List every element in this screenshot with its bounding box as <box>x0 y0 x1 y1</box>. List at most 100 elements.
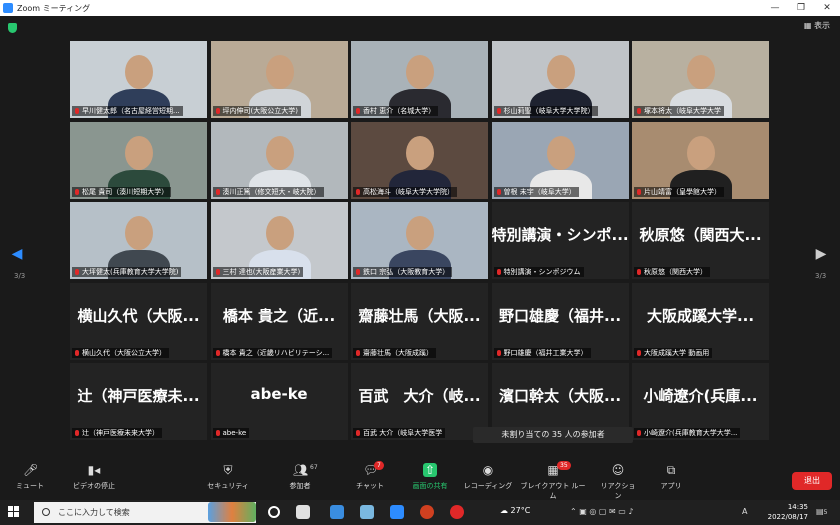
grid-view-icon: ▦ <box>803 21 814 30</box>
participant-video-tile[interactable]: 曽根 未宇（岐阜大学） <box>491 121 629 199</box>
close-button[interactable]: ✕ <box>814 0 840 16</box>
participant-video-tile[interactable]: 杉山莉聖（岐阜大学大学院） <box>491 41 629 118</box>
notification-icon[interactable]: ▤5 <box>816 507 827 516</box>
widgets-icon[interactable] <box>296 505 310 519</box>
search-placeholder: ここに入力して検索 <box>58 508 130 517</box>
participant-name-label: 鉄口 宗弘（大阪教育大学） <box>353 267 453 277</box>
participant-video-tile[interactable]: 香村 恵介（名城大学） <box>351 41 488 118</box>
share-screen-icon: ⇧ <box>423 463 437 477</box>
participant-name-tile[interactable]: 大阪成蹊大学... 大阪成蹊大学 動画用 <box>632 282 769 360</box>
participant-name-label: 三村 達也(大阪産業大学) <box>212 267 304 277</box>
participant-video-tile[interactable]: 松尾 貴司（湊川短期大学） <box>70 121 207 199</box>
taskbar-clock[interactable]: 14:35 2022/08/17 <box>754 502 808 522</box>
participants-icon: 👥︎ <box>293 463 309 477</box>
view-button[interactable]: ▦ 表示 <box>804 20 830 31</box>
minimize-button[interactable]: — <box>762 0 788 16</box>
participant-name-label: 特別講演・シンポジウム <box>493 267 584 277</box>
prev-page-arrow-icon[interactable]: ◀ <box>10 246 24 262</box>
search-highlight-image <box>208 502 256 522</box>
video-button[interactable]: ▮◂ ビデオの停止 <box>66 463 122 491</box>
record-button[interactable]: ◉ レコーディング <box>460 463 516 491</box>
task-view-icon[interactable] <box>268 506 280 518</box>
tray-icons[interactable]: ⌃ ▣ ◎ ▢ ✉ ▭ ♪ <box>570 507 633 516</box>
windows-start-icon[interactable] <box>8 506 20 518</box>
mic-button[interactable]: 🎤︎ ミュート <box>10 463 50 491</box>
encryption-shield-icon[interactable] <box>8 23 17 33</box>
participant-name-tile[interactable]: 小崎遼介(兵庫... 小崎遼介(兵庫教育大学大学... <box>632 363 769 440</box>
window-titlebar: Zoom ミーティング — ❐ ✕ <box>0 0 840 16</box>
participant-name-label: 野口雄慶（福井工業大学） <box>493 347 591 358</box>
shield-icon: ⛨ <box>223 463 233 477</box>
participant-name-label: 齋藤壮馬（大阪成蹊） <box>353 347 436 358</box>
participant-video-tile[interactable]: 大坪健太(兵庫教育大学大学院) <box>70 202 207 279</box>
weather-widget[interactable]: ☁ 27°C <box>500 506 530 515</box>
participant-name-label: 大阪成蹊大学 動画用 <box>634 347 713 358</box>
page-indicator-left: 3/3 <box>14 272 26 280</box>
participant-name-tile[interactable]: 秋原悠（関西大... 秋原悠（関西大学） <box>632 202 769 279</box>
app-icon[interactable] <box>360 505 374 519</box>
leave-button[interactable]: 退出 <box>792 472 832 490</box>
participant-video-tile[interactable]: 坪内伸司(大阪公立大学) <box>210 41 348 118</box>
participant-name-label: abe-ke <box>212 428 250 438</box>
participant-video-tile[interactable]: 塚本将太（岐阜大学大学 <box>632 41 769 118</box>
participant-video-tile[interactable]: 湊川正篤（修文短大・岐大院） <box>210 121 348 199</box>
next-page-arrow-icon[interactable]: ▶ <box>814 246 828 262</box>
participant-name-tile[interactable]: 齋藤壮馬（大阪... 齋藤壮馬（大阪成蹊） <box>351 282 488 360</box>
chat-button[interactable]: 💬︎ チャット 7 <box>352 461 388 491</box>
ime-indicator[interactable]: A <box>742 507 747 516</box>
participant-name-label: 大坪健太(兵庫教育大学大学院) <box>72 267 182 277</box>
participant-display-name: 百武 大介（岐... <box>358 387 481 405</box>
participant-name-tile[interactable]: 横山久代（大阪... 横山久代（大阪公立大学） <box>70 282 207 360</box>
participant-name-label: 橋本 貴之（近畿リハビリテーシ... <box>212 347 333 358</box>
participant-name-label: 秋原悠（関西大学） <box>634 267 710 277</box>
record-icon: ◉ <box>482 463 494 477</box>
apps-button[interactable]: ⧉ アプリ <box>656 463 686 491</box>
participant-video-tile[interactable]: 片山靖富（皇學館大学） <box>632 121 769 199</box>
toolbar-label: ブレイクアウト ルーム <box>520 482 586 500</box>
notification-count: 5 <box>823 509 828 516</box>
zoom-taskbar-icon[interactable] <box>390 505 404 519</box>
participant-video-tile[interactable]: 早川健太郎（名古屋経営短期... <box>70 41 207 118</box>
participant-display-name: 小崎遼介(兵庫... <box>643 387 758 405</box>
participant-display-name: 大阪成蹊大学... <box>646 306 755 325</box>
window-title: Zoom ミーティング <box>17 3 91 13</box>
participant-name-label: 香村 恵介（名城大学） <box>353 106 439 116</box>
participant-name-tile[interactable]: abe-ke abe-ke <box>210 363 348 440</box>
participant-name-tile[interactable]: 特別講演・シンポ... 特別講演・シンポジウム <box>491 202 629 279</box>
participant-name-label: 曽根 未宇（岐阜大学） <box>493 186 579 197</box>
share-screen-button[interactable]: ⇧ 画面の共有 <box>408 463 452 491</box>
participant-video-tile[interactable]: 三村 達也(大阪産業大学) <box>210 202 348 279</box>
breakout-button[interactable]: ▦ ブレイクアウト ルーム 35 <box>520 461 586 501</box>
unassigned-participants-popup[interactable]: 未割り当ての 35 人の参加者 <box>473 427 633 443</box>
toolbar-label: 参加者 <box>289 482 311 490</box>
participant-count: 67 <box>310 464 318 471</box>
participant-name-tile[interactable]: 百武 大介（岐... 百武 大介（岐阜大学医学 <box>351 363 488 440</box>
toolbar-label: アプリ <box>660 482 682 490</box>
toolbar-label: チャット <box>356 482 384 490</box>
participant-video-tile[interactable]: 鉄口 宗弘（大阪教育大学） <box>351 202 488 279</box>
powerpoint-icon[interactable] <box>420 505 434 519</box>
participants-button[interactable]: 👥︎ 参加者 67 <box>280 463 320 491</box>
participant-display-name: 秋原悠（関西大... <box>639 226 762 244</box>
reaction-icon: ☺ <box>611 463 625 477</box>
participant-name-label: 辻（神戸医療未来大学） <box>72 428 162 438</box>
participant-display-name: 辻（神戸医療未... <box>77 387 200 405</box>
participant-name-tile[interactable]: 辻（神戸医療未... 辻（神戸医療未来大学） <box>70 363 207 440</box>
participant-name-label: 早川健太郎（名古屋経営短期... <box>72 106 183 116</box>
participant-name-label: 高松海斗（岐阜大学大学院） <box>353 186 457 197</box>
acrobat-icon[interactable] <box>450 505 464 519</box>
shield-button[interactable]: ⛨ セキュリティ <box>203 463 253 491</box>
maximize-button[interactable]: ❐ <box>788 0 814 16</box>
participant-name-label: 湊川正篤（修文短大・岐大院） <box>212 186 324 197</box>
mail-icon[interactable] <box>330 505 344 519</box>
notification-badge: 35 <box>557 461 571 470</box>
toolbar-label: セキュリティ <box>207 482 249 490</box>
participant-name-tile[interactable]: 橋本 貴之（近... 橋本 貴之（近畿リハビリテーシ... <box>210 282 348 360</box>
reaction-button[interactable]: ☺ リアクション <box>598 463 638 501</box>
participant-display-name: 野口雄慶（福井... <box>498 306 622 325</box>
participant-video-tile[interactable]: 高松海斗（岐阜大学大学院） <box>351 121 488 199</box>
participant-name-tile[interactable]: 野口雄慶（福井... 野口雄慶（福井工業大学） <box>491 282 629 360</box>
participant-display-name: 橋本 貴之（近... <box>222 306 336 325</box>
participant-display-name: 濱口幹太（大阪... <box>498 387 622 405</box>
view-label: 表示 <box>814 21 830 30</box>
